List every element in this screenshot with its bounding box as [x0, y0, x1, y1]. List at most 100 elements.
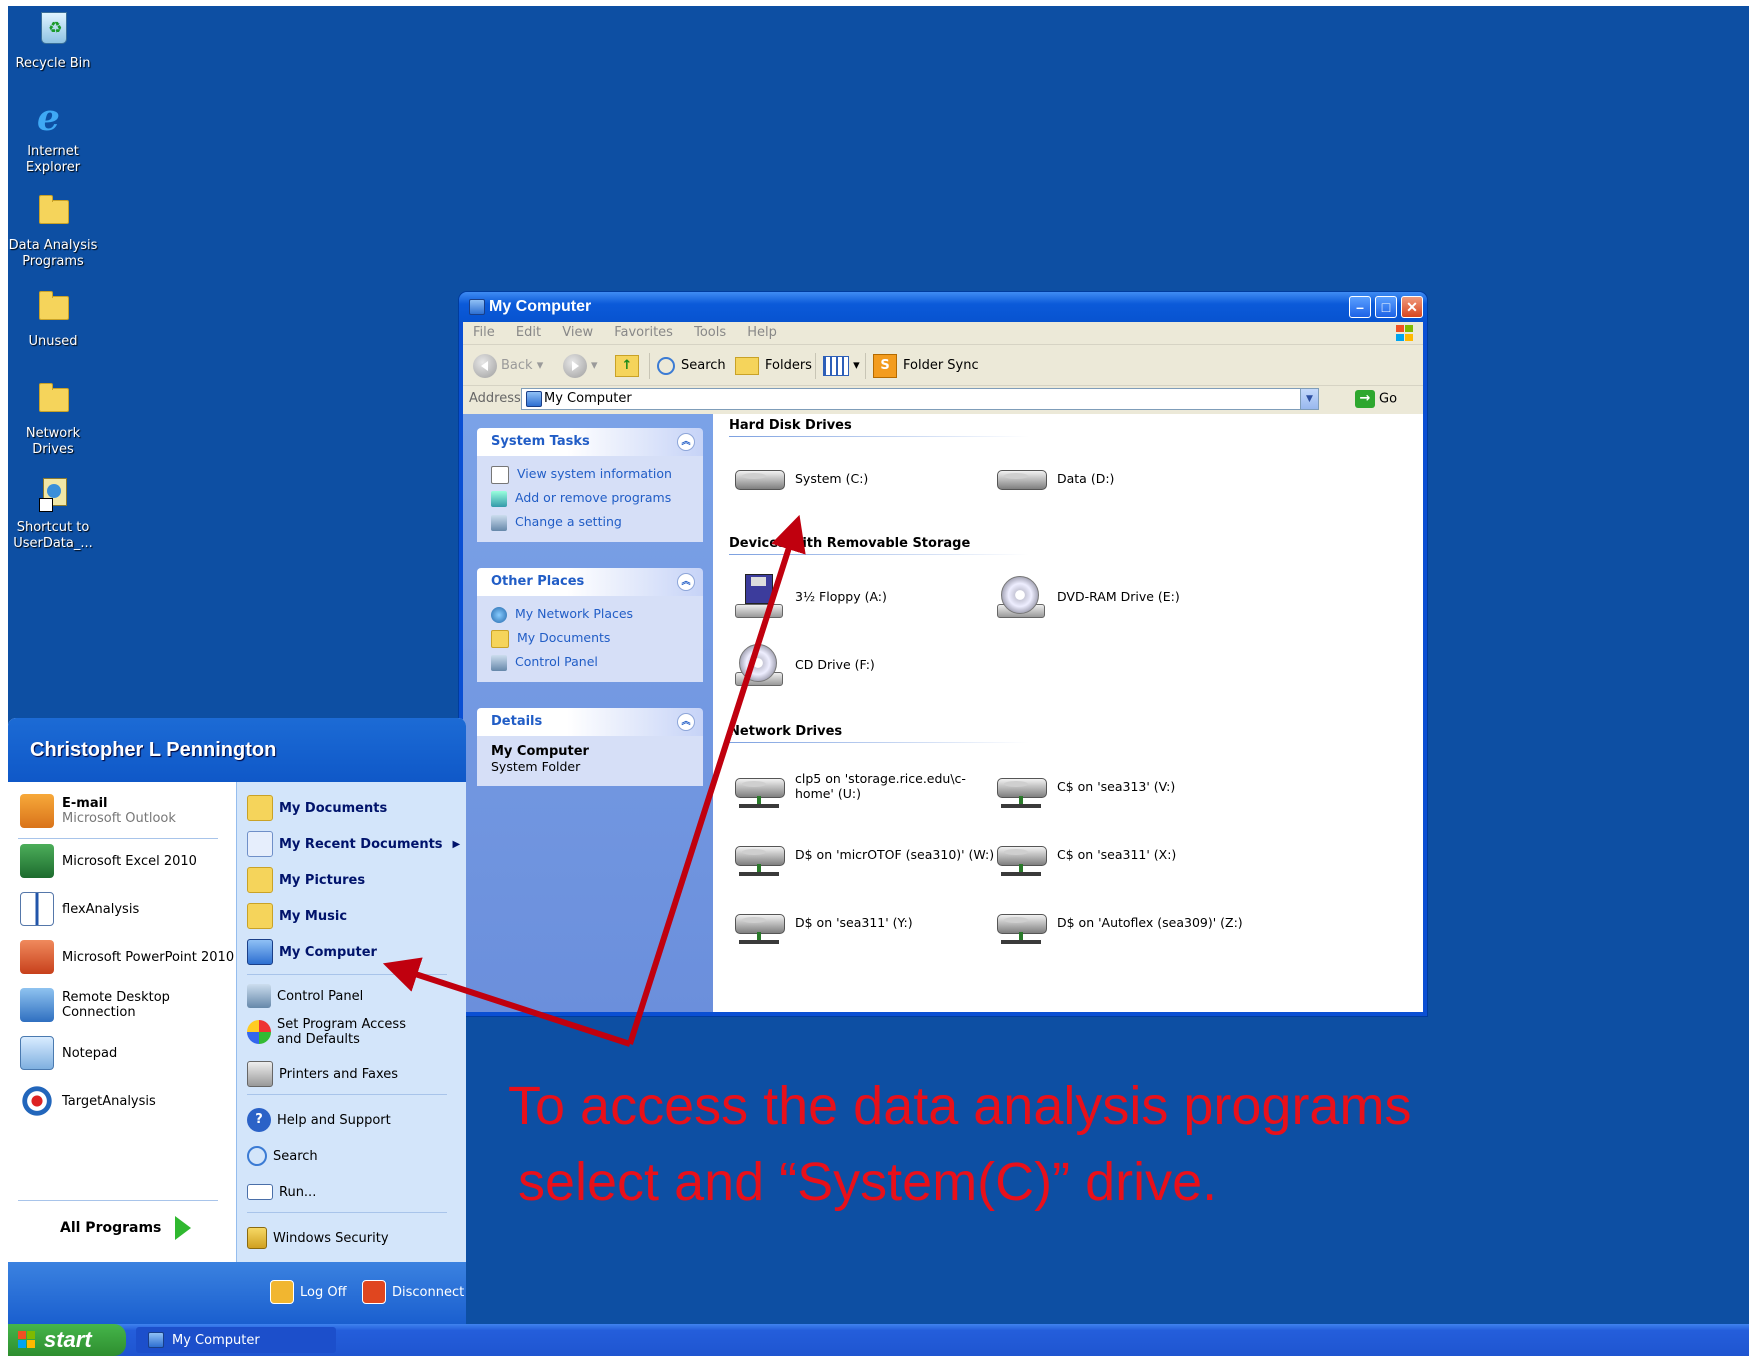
item-label: My Pictures: [279, 872, 366, 888]
start-help-support[interactable]: ? Help and Support: [247, 1104, 391, 1136]
drive-floppy-a[interactable]: 3½ Floppy (A:): [733, 570, 993, 622]
close-button[interactable]: ✕: [1401, 296, 1423, 318]
other-places-header[interactable]: Other Places ︽: [477, 568, 703, 596]
disconnect-label: Disconnect: [392, 1284, 465, 1300]
log-off-icon: [270, 1280, 294, 1304]
forward-button[interactable]: ▾: [563, 353, 598, 379]
minimize-button[interactable]: –: [1349, 296, 1371, 318]
start-my-recent-documents[interactable]: My Recent Documents ▶: [247, 828, 460, 860]
drive-network-y[interactable]: D$ on 'sea311' (Y:): [733, 896, 993, 948]
back-button[interactable]: Back ▾: [473, 353, 543, 379]
start-button[interactable]: start: [8, 1324, 126, 1356]
start-label: start: [44, 1327, 92, 1352]
up-folder-button[interactable]: ↑: [615, 353, 639, 379]
drive-cd-f[interactable]: CD Drive (F:): [733, 638, 993, 690]
drive-network-v[interactable]: C$ on 'sea313' (V:): [995, 760, 1255, 812]
place-my-network-places[interactable]: My Network Places: [491, 602, 693, 626]
collapse-icon[interactable]: ︽: [677, 573, 695, 591]
place-control-panel[interactable]: Control Panel: [491, 650, 693, 674]
desktop-icon-recycle-bin[interactable]: ♻ Recycle Bin: [8, 10, 98, 72]
remote-desktop-icon: [20, 988, 54, 1022]
start-item-email[interactable]: E-mail Microsoft Outlook: [20, 792, 176, 830]
drive-network-u[interactable]: clp5 on 'storage.rice.edu\c-home' (U:): [733, 760, 993, 812]
menu-view[interactable]: View: [562, 325, 593, 340]
item-title: flexAnalysis: [62, 901, 140, 917]
start-run[interactable]: Run...: [247, 1176, 316, 1208]
back-arrow-icon: [473, 353, 497, 378]
start-item-remote-desktop[interactable]: Remote Desktop Connection: [20, 986, 235, 1024]
drive-network-w[interactable]: D$ on 'micrOTOF (sea310)' (W:): [733, 828, 994, 880]
address-value: My Computer: [544, 391, 632, 406]
start-printers-faxes[interactable]: Printers and Faxes: [247, 1058, 398, 1090]
taskbar: start My Computer: [8, 1324, 1749, 1356]
menu-file[interactable]: File: [473, 325, 495, 340]
drive-label: 3½ Floppy (A:): [795, 588, 887, 604]
task-add-remove-programs[interactable]: Add or remove programs: [491, 486, 693, 510]
drive-network-z[interactable]: D$ on 'Autoflex (sea309)' (Z:): [995, 896, 1255, 948]
drive-system-c[interactable]: System (C:): [733, 452, 993, 504]
my-computer-icon: [469, 299, 485, 315]
group-removable-storage: Devices with Removable Storage: [729, 536, 971, 551]
start-search[interactable]: Search: [247, 1140, 318, 1172]
window-title-bar[interactable]: My Computer – □ ✕: [459, 292, 1427, 322]
go-button[interactable]: → Go: [1355, 390, 1397, 408]
views-icon: [823, 355, 849, 376]
start-my-documents[interactable]: My Documents: [247, 792, 387, 824]
start-windows-security[interactable]: Windows Security: [247, 1222, 389, 1254]
start-item-targetanalysis[interactable]: TargetAnalysis: [20, 1082, 156, 1120]
menu-edit[interactable]: Edit: [516, 325, 541, 340]
drive-label: clp5 on 'storage.rice.edu\c-home' (U:): [795, 771, 966, 801]
details-header[interactable]: Details ︽: [477, 708, 703, 736]
folder-icon: [33, 380, 73, 420]
maximize-button[interactable]: □: [1375, 296, 1397, 318]
drive-label: C$ on 'sea311' (X:): [1057, 846, 1177, 862]
system-tasks-header[interactable]: System Tasks ︽: [477, 428, 703, 456]
disconnect-button[interactable]: Disconnect: [362, 1280, 464, 1304]
item-title: Microsoft PowerPoint 2010: [62, 949, 235, 965]
menu-tools[interactable]: Tools: [694, 325, 726, 340]
start-set-program-access[interactable]: Set Program Access and Defaults: [247, 1016, 427, 1048]
start-item-flexanalysis[interactable]: flexAnalysis: [20, 890, 139, 928]
menu-favorites[interactable]: Favorites: [614, 325, 673, 340]
group-hard-disk-drives: Hard Disk Drives: [729, 418, 852, 433]
menu-help[interactable]: Help: [747, 325, 777, 340]
log-off-button[interactable]: Log Off: [270, 1280, 347, 1304]
collapse-icon[interactable]: ︽: [677, 433, 695, 451]
drive-dvd-ram-e[interactable]: DVD-RAM Drive (E:): [995, 570, 1255, 622]
collapse-icon[interactable]: ︽: [677, 713, 695, 731]
flexanalysis-icon: [20, 892, 54, 926]
folder-sync-button[interactable]: S Folder Sync: [873, 353, 979, 379]
start-item-excel[interactable]: Microsoft Excel 2010: [20, 842, 197, 880]
taskbar-item-my-computer[interactable]: My Computer: [136, 1327, 336, 1353]
all-programs-label: All Programs: [60, 1220, 162, 1236]
desktop-icon-unused[interactable]: Unused: [8, 288, 98, 350]
address-input[interactable]: My Computer ▼: [521, 388, 1319, 410]
desktop-icon-shortcut-userdata[interactable]: ↗ Shortcut to UserData_...: [8, 474, 98, 552]
start-my-computer[interactable]: My Computer: [247, 936, 377, 968]
windows-logo-icon: [1395, 324, 1415, 342]
all-programs-button[interactable]: All Programs: [60, 1216, 192, 1240]
start-item-powerpoint[interactable]: Microsoft PowerPoint 2010: [20, 938, 234, 976]
drive-label: C$ on 'sea313' (V:): [1057, 778, 1176, 794]
item-label: My Computer: [279, 944, 377, 960]
desktop-icon-data-analysis-programs[interactable]: Data Analysis Programs: [8, 192, 98, 270]
menu-bar: File Edit View Favorites Tools Help: [463, 322, 1423, 345]
place-my-documents[interactable]: My Documents: [491, 626, 693, 650]
my-computer-icon: [247, 939, 273, 965]
drive-data-d[interactable]: Data (D:): [995, 452, 1255, 504]
start-menu: Christopher L Pennington E-mail Microsoft…: [8, 718, 466, 1324]
folders-button[interactable]: Folders: [735, 353, 812, 379]
start-control-panel[interactable]: Control Panel: [247, 980, 363, 1012]
start-item-notepad[interactable]: Notepad: [20, 1034, 117, 1072]
search-button[interactable]: Search: [657, 353, 726, 379]
address-dropdown-button[interactable]: ▼: [1300, 389, 1318, 409]
views-button[interactable]: ▾: [823, 353, 860, 379]
drive-network-x[interactable]: C$ on 'sea311' (X:): [995, 828, 1255, 880]
start-my-pictures[interactable]: My Pictures: [247, 864, 365, 896]
my-pictures-icon: [247, 867, 273, 893]
task-view-system-information[interactable]: View system information: [491, 462, 693, 486]
desktop-icon-network-drives[interactable]: Network Drives: [8, 380, 98, 458]
task-change-setting[interactable]: Change a setting: [491, 510, 693, 534]
start-my-music[interactable]: My Music: [247, 900, 347, 932]
desktop-icon-internet-explorer[interactable]: e Internet Explorer: [8, 98, 98, 176]
